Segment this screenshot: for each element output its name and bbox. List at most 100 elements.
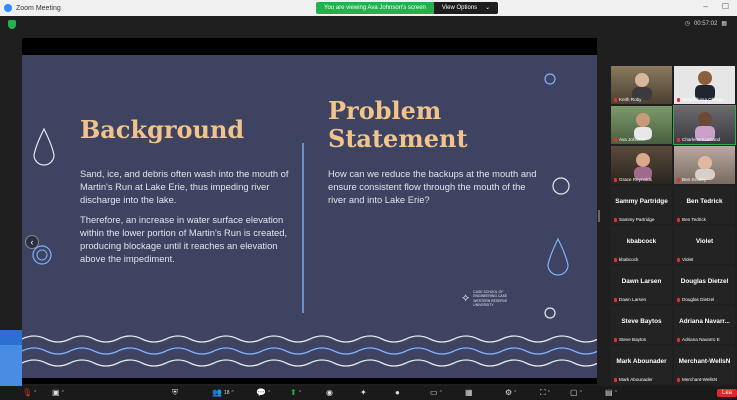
participant-name-tile[interactable]: kbabcock kbabcock xyxy=(611,226,672,264)
more-button[interactable]: ⚙ ^ xyxy=(505,388,517,398)
sharing-message: You are viewing Ava Johnson's screen xyxy=(316,2,434,14)
security-button[interactable]: ⛨ xyxy=(172,388,178,398)
participant-name: Ben Tedrick xyxy=(682,217,706,222)
captions-button[interactable]: ▭ ^ xyxy=(430,388,442,398)
circle-decoration xyxy=(36,249,48,261)
annotate-button[interactable]: ⛶ ^ xyxy=(540,388,550,398)
reactions-button[interactable]: ✦ xyxy=(360,388,367,398)
participant-name-tile[interactable]: Merchant-WellsN Merchant-WellsN xyxy=(674,346,735,384)
document-icon: ▤ xyxy=(605,388,613,397)
leave-button[interactable]: Lea xyxy=(716,389,737,397)
circle-icon: ● xyxy=(395,388,400,397)
mute-button[interactable]: 🎙 ^ xyxy=(22,388,37,398)
muted-mic-icon xyxy=(677,137,680,142)
security-shield-icon[interactable] xyxy=(8,20,16,29)
video-button[interactable]: ▣ ^ xyxy=(52,388,64,398)
circle-decoration xyxy=(552,177,570,195)
apps-button[interactable]: ▦ xyxy=(465,388,473,398)
participant-display-name: Sammy Partridge xyxy=(615,198,668,205)
view-options-button[interactable]: View Options ⌄ xyxy=(433,2,499,14)
view-grid-icon[interactable]: ▦ xyxy=(721,20,727,27)
shared-screen: Background Problem Statement Sand, ice, … xyxy=(22,38,597,384)
wave-decoration xyxy=(22,335,597,367)
participant-video-tile[interactable]: Keith Roby xyxy=(611,66,672,104)
chevron-up-icon: ^ xyxy=(298,390,302,396)
record-button[interactable]: ◉ xyxy=(326,388,333,398)
minimize-icon[interactable]: – xyxy=(703,2,707,11)
view-options-label: View Options xyxy=(441,5,478,11)
clock-icon: ◷ xyxy=(684,21,690,27)
participant-video-tile[interactable]: Ava Johnson xyxy=(611,106,672,144)
chevron-up-icon: ^ xyxy=(614,390,617,396)
chat-button[interactable]: 💬 ^ xyxy=(256,388,270,398)
muted-mic-icon xyxy=(677,337,680,342)
background-heading: Background xyxy=(80,115,245,144)
slide-divider xyxy=(302,143,304,313)
muted-mic-icon xyxy=(677,377,680,382)
participant-name: Charlene Kusnand xyxy=(682,137,721,142)
sparkle-icon: ✦ xyxy=(360,388,367,397)
participant-video-tile[interactable]: Ben Kinsley xyxy=(674,146,735,184)
muted-mic-icon xyxy=(677,297,680,302)
people-icon: 👥 xyxy=(212,388,222,397)
circle-decoration xyxy=(32,245,52,265)
record-icon: ◉ xyxy=(326,388,333,397)
chevron-up-icon: ^ xyxy=(579,390,582,396)
previous-arrow-icon[interactable]: ‹ xyxy=(25,235,39,249)
whiteboard-button[interactable]: ● xyxy=(395,388,400,398)
participant-name: Adriana Navarro E xyxy=(682,337,720,342)
participant-name-tile[interactable]: Mark Abounader Mark Abounader xyxy=(611,346,672,384)
participant-display-name: Dawn Larsen xyxy=(621,278,662,285)
participants-button[interactable]: 👥 18 ^ xyxy=(212,388,234,398)
participants-count: 18 xyxy=(223,390,230,396)
muted-mic-icon xyxy=(614,137,617,142)
maximize-icon[interactable]: ☐ xyxy=(722,2,729,11)
chevron-up-icon: ^ xyxy=(267,390,271,396)
chevron-up-icon: ^ xyxy=(231,390,234,396)
muted-mic-icon xyxy=(614,377,617,382)
meeting-toolbar: 🎙 ^ ▣ ^ ⛨ 👥 18 ^ 💬 ^ ⬆ ^ ◉ ✦ ● ▭ ^ ▦ ⚙ ^ ⛶ ^ ▢ ^ ▤… xyxy=(0,386,737,400)
participant-name-tile[interactable]: Sammy Partridge Sammy Partridge xyxy=(611,186,672,224)
share-screen-button[interactable]: ⬆ ^ xyxy=(290,388,301,398)
muted-mic-icon xyxy=(677,217,680,222)
participant-name-tile[interactable]: Adriana Navarr... Adriana Navarro E xyxy=(674,306,735,344)
window-controls: – ☐ xyxy=(703,2,729,11)
participant-name: Ava Johnson xyxy=(619,137,646,142)
participant-video-tile[interactable]: Muralidhasa Chelup... xyxy=(674,66,735,104)
participant-name-tile[interactable]: Ben Tedrick Ben Tedrick xyxy=(674,186,735,224)
participant-name: Steve Baytos xyxy=(619,337,647,342)
participant-display-name: Merchant-WellsN xyxy=(678,358,731,365)
muted-mic-icon xyxy=(677,257,680,262)
muted-mic-icon xyxy=(614,217,617,222)
background-paragraph-1: Sand, ice, and debris often wash into th… xyxy=(80,168,289,205)
participant-name-tile[interactable]: Steve Baytos Steve Baytos xyxy=(611,306,672,344)
participant-name: kbabcock xyxy=(619,257,639,262)
participant-name-tile[interactable]: Violet Violet xyxy=(674,226,735,264)
participant-name-tile[interactable]: Dawn Larsen Dawn Larsen xyxy=(611,266,672,304)
participant-display-name: Steve Baytos xyxy=(621,318,662,325)
university-logo-text: CASE SCHOOL OF ENGINEERING CASE WESTERN … xyxy=(473,290,508,308)
chat-bubble-icon: 💬 xyxy=(256,388,266,397)
background-paragraph-2: Therefore, an increase in water surface … xyxy=(80,214,288,264)
comment-icon: ▢ xyxy=(570,388,578,397)
window-title: Zoom Meeting xyxy=(16,4,61,12)
participant-video-tile[interactable]: Grace Reynolds xyxy=(611,146,672,184)
notes-button[interactable]: ▤ ^ xyxy=(605,388,617,398)
screen-share-banner: You are viewing Ava Johnson's screen Vie… xyxy=(316,2,499,14)
shield-icon: ⛨ xyxy=(172,388,178,397)
problem-statement-heading: Problem Statement xyxy=(328,96,468,153)
participant-name: Grace Reynolds xyxy=(619,177,652,182)
muted-mic-icon xyxy=(677,97,680,102)
panel-splitter[interactable] xyxy=(598,210,600,222)
microphone-icon: 🎙 xyxy=(22,388,33,397)
comment-button[interactable]: ▢ ^ xyxy=(570,388,582,398)
participant-name-tile[interactable]: Douglas Dietzel Douglas Dietzel xyxy=(674,266,735,304)
participant-display-name: Violet xyxy=(695,238,714,245)
camera-icon: ▣ xyxy=(52,388,60,397)
participant-video-tile-active[interactable]: Charlene Kusnand xyxy=(673,105,736,145)
chevron-down-icon: ⌄ xyxy=(485,5,491,11)
participant-display-name: kbabcock xyxy=(626,238,657,245)
share-screen-icon: ⬆ xyxy=(290,388,297,397)
muted-mic-icon xyxy=(614,97,617,102)
water-drop-icon xyxy=(547,237,569,276)
